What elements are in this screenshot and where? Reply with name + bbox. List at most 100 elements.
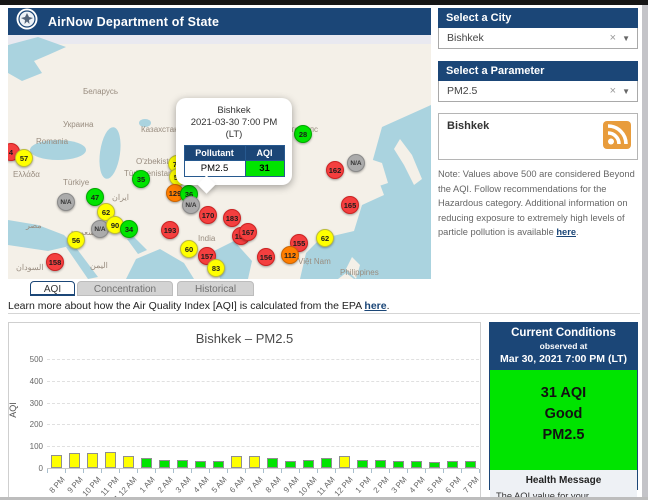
- aqi-marker[interactable]: 62: [316, 229, 334, 247]
- gridline: [47, 424, 479, 425]
- aqi-bar: [69, 453, 80, 468]
- aqi-marker[interactable]: 60: [180, 240, 198, 258]
- aqi-note-suffix: .: [576, 227, 579, 237]
- popup-table: Pollutant AQI PM2.5 31: [184, 145, 285, 177]
- cc-observed-value: Mar 30, 2021 7:00 PM (LT): [492, 353, 635, 365]
- aqi-bar: [51, 455, 62, 468]
- cc-aqi-block: 31 AQI Good PM2.5: [490, 370, 637, 470]
- x-tick: [263, 469, 264, 473]
- learn-more-suffix: .: [387, 300, 390, 312]
- city-clear-icon[interactable]: ×: [604, 32, 622, 44]
- x-tick-label: 2 AM: [156, 475, 175, 495]
- tab-concentration[interactable]: Concentration: [77, 281, 173, 296]
- aqi-bar: [465, 461, 476, 468]
- aqi-bar: [195, 461, 206, 468]
- current-conditions-header: Current Conditions observed at Mar 30, 2…: [490, 323, 637, 370]
- current-conditions-panel: Current Conditions observed at Mar 30, 2…: [489, 322, 638, 490]
- aqi-map[interactable]: БеларусьУкраинаRomaniaΕλλάδαTürkiyeКазах…: [8, 35, 431, 279]
- map-label: Казахстан: [141, 125, 179, 134]
- aqi-marker[interactable]: 156: [257, 248, 275, 266]
- x-tick-label: 7 AM: [246, 475, 265, 495]
- aqi-bar: [321, 458, 332, 468]
- x-tick-label: 6 AM: [228, 475, 247, 495]
- aqi-marker[interactable]: 158: [46, 253, 64, 271]
- x-tick: [155, 469, 156, 473]
- x-tick-label: 3 AM: [174, 475, 193, 495]
- aqi-marker[interactable]: 56: [67, 231, 85, 249]
- aqi-bar: [213, 461, 224, 468]
- parameter-select[interactable]: PM2.5 × ▼: [438, 81, 638, 102]
- y-tick-label: 0: [17, 464, 43, 473]
- aqi-marker[interactable]: 28: [294, 125, 312, 143]
- cc-aqi-value: 31 AQI: [490, 383, 637, 404]
- aqi-marker[interactable]: 170: [199, 206, 217, 224]
- aqi-marker[interactable]: 162: [326, 161, 344, 179]
- aqi-bar: [159, 460, 170, 468]
- gridline: [47, 403, 479, 404]
- x-tick: [209, 469, 210, 473]
- map-label: مصر: [26, 221, 42, 230]
- map-label: India: [198, 234, 215, 243]
- aqi-marker[interactable]: 167: [239, 223, 257, 241]
- aqi-note: Note: Values above 500 are considered Be…: [438, 167, 640, 240]
- parameter-clear-icon[interactable]: ×: [604, 85, 622, 97]
- aqi-marker[interactable]: 183: [223, 209, 241, 227]
- tab-historical[interactable]: Historical: [177, 281, 254, 296]
- aqi-bar: [249, 456, 260, 468]
- x-tick: [353, 469, 354, 473]
- x-tick-label: 5 PM: [426, 475, 445, 495]
- x-tick-label: 4 AM: [192, 475, 211, 495]
- aqi-marker[interactable]: 193: [161, 221, 179, 239]
- x-tick: [173, 469, 174, 473]
- x-tick: [191, 469, 192, 473]
- epa-here-link[interactable]: here: [364, 300, 386, 312]
- tab-aqi[interactable]: AQI: [30, 281, 75, 296]
- chart-title: Bishkek – PM2.5: [9, 331, 480, 346]
- note-here-link[interactable]: here: [556, 227, 576, 237]
- y-tick-label: 400: [17, 377, 43, 386]
- parameter-caret-icon[interactable]: ▼: [622, 87, 637, 96]
- city-select[interactable]: Bishkek × ▼: [438, 28, 638, 49]
- popup-col-pollutant: Pollutant: [184, 146, 245, 161]
- aqi-marker[interactable]: 165: [341, 196, 359, 214]
- rss-icon[interactable]: [603, 121, 631, 154]
- window-right-edge: [642, 5, 648, 500]
- x-tick-label: 1 PM: [354, 475, 373, 495]
- window-top-edge: [0, 0, 648, 5]
- aqi-bar: [429, 462, 440, 468]
- map-label: اليمن: [90, 261, 108, 270]
- x-tick: [227, 469, 228, 473]
- aqi-bar: [303, 460, 314, 468]
- aqi-bar: [141, 458, 152, 468]
- popup-pollutant-value: PM2.5: [184, 161, 245, 177]
- aqi-marker[interactable]: 34: [120, 220, 138, 238]
- aqi-marker[interactable]: N/A: [182, 196, 200, 214]
- popup-timezone: (LT): [181, 129, 287, 141]
- aqi-marker[interactable]: 35: [132, 170, 150, 188]
- x-tick-label: 4 PM: [408, 475, 427, 495]
- x-tick-label: 1 AM: [138, 475, 157, 495]
- app-header: AirNow Department of State: [8, 8, 431, 35]
- x-tick: [461, 469, 462, 473]
- x-tick: [479, 469, 480, 473]
- aqi-bar: [87, 453, 98, 468]
- aqi-marker[interactable]: N/A: [347, 154, 365, 172]
- map-label: Беларусь: [83, 87, 118, 96]
- aqi-marker[interactable]: 83: [207, 259, 225, 277]
- x-tick-label: 8 AM: [264, 475, 283, 495]
- x-tick-label: 10 PM: [81, 475, 103, 498]
- cc-pollutant: PM2.5: [490, 425, 637, 446]
- learn-more-text: Learn more about how the Air Quality Ind…: [8, 300, 364, 312]
- select-city-header: Select a City: [438, 8, 638, 28]
- department-of-state-seal-icon: [16, 8, 38, 35]
- x-tick-label: 10 AM: [297, 475, 319, 498]
- aqi-marker[interactable]: 57: [15, 149, 33, 167]
- aqi-marker[interactable]: 112: [281, 246, 299, 264]
- aqi-marker[interactable]: N/A: [57, 193, 75, 211]
- x-tick: [443, 469, 444, 473]
- map-popup: Bishkek 2021-03-30 7:00 PM (LT) Pollutan…: [176, 98, 292, 185]
- city-caret-icon[interactable]: ▼: [622, 34, 637, 43]
- x-tick: [281, 469, 282, 473]
- x-tick: [47, 469, 48, 473]
- x-tick: [245, 469, 246, 473]
